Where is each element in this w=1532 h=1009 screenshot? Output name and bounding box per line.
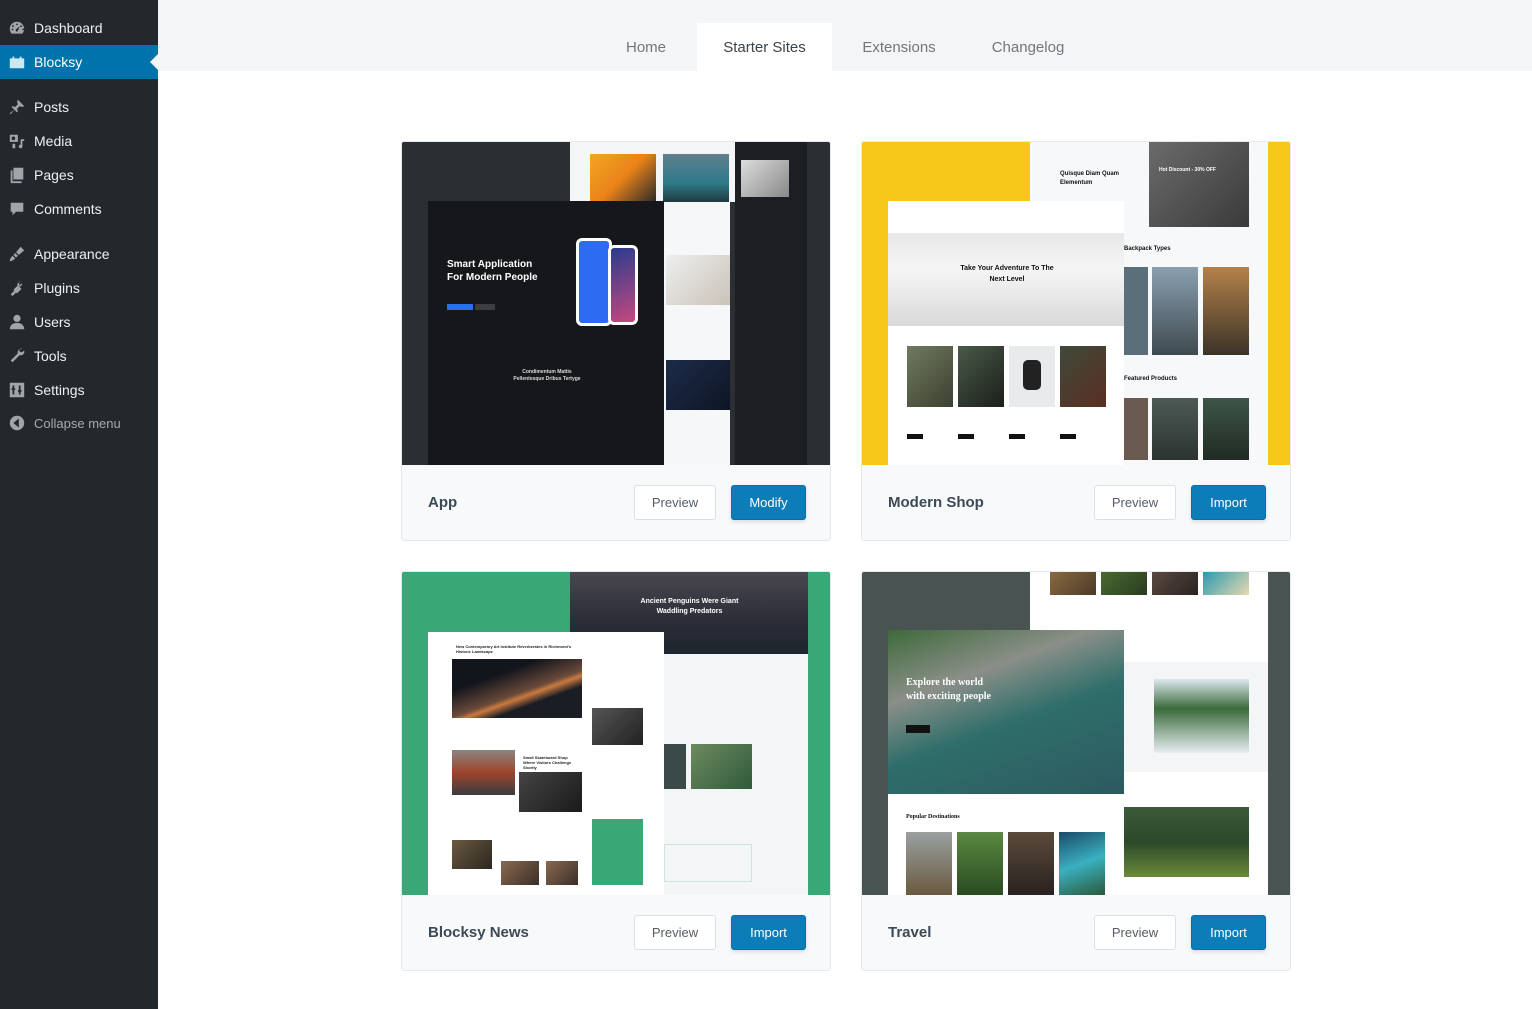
sidebar-item-pages[interactable]: Pages	[0, 158, 158, 192]
site-thumbnail[interactable]: Explore the world with exciting people P…	[862, 572, 1290, 895]
sidebar-item-label: Pages	[34, 167, 74, 183]
preview-button[interactable]: Preview	[1094, 915, 1176, 950]
collapse-menu-label: Collapse menu	[34, 415, 121, 431]
brush-icon	[0, 245, 34, 263]
sidebar-item-users[interactable]: Users	[0, 305, 158, 339]
preview-button[interactable]: Preview	[634, 915, 716, 950]
sidebar-item-appearance[interactable]: Appearance	[0, 237, 158, 271]
card-footer: Blocksy News Preview Import	[402, 895, 830, 970]
sidebar-item-comments[interactable]: Comments	[0, 192, 158, 226]
site-thumbnail[interactable]: Quisque Diam Quam Elementum Hot Discount…	[862, 142, 1290, 465]
thumb-hero-title: Explore the world with exciting people	[906, 677, 991, 702]
tab-starter-sites[interactable]: Starter Sites	[697, 23, 832, 71]
sidebar-item-blocksy[interactable]: Blocksy	[0, 45, 158, 79]
thumb-post-title: New Contemporary Art Institute Reverbera…	[456, 644, 572, 654]
sidebar-item-media[interactable]: Media	[0, 124, 158, 158]
import-button[interactable]: Import	[1191, 915, 1266, 950]
dashboard-icon	[0, 19, 34, 37]
sidebar-item-posts[interactable]: Posts	[0, 90, 158, 124]
user-icon	[0, 313, 34, 331]
tab-extensions[interactable]: Extensions	[844, 23, 954, 71]
tab-home[interactable]: Home	[606, 23, 686, 71]
site-name: App	[428, 494, 458, 511]
thumb-hero-title: Smart Application For Modern People	[447, 259, 538, 283]
thumb-section: Popular Destinations	[906, 814, 960, 820]
collapse-menu-button[interactable]: Collapse menu	[0, 406, 158, 440]
thumb-side-heading: Quisque Diam Quam Elementum	[1060, 171, 1120, 186]
comment-icon	[0, 200, 34, 218]
site-name: Travel	[888, 924, 932, 941]
settings-icon	[0, 381, 34, 399]
import-button[interactable]: Import	[1191, 485, 1266, 520]
sidebar-item-label: Media	[34, 133, 73, 149]
sidebar-item-tools[interactable]: Tools	[0, 339, 158, 373]
modify-button[interactable]: Modify	[731, 485, 806, 520]
sidebar-item-label: Comments	[34, 201, 102, 217]
sidebar-item-label: Posts	[34, 99, 70, 115]
starter-site-card-travel: Explore the world with exciting people P…	[861, 571, 1291, 971]
pin-icon	[0, 98, 34, 116]
tab-changelog[interactable]: Changelog	[976, 23, 1080, 71]
site-thumbnail[interactable]: Ancient Penguins Were Giant Waddling Pre…	[402, 572, 830, 895]
blocksy-icon	[0, 53, 34, 71]
admin-sidebar: Dashboard Blocksy Posts Media Pages Comm…	[0, 0, 158, 1009]
starter-site-card-app: Smart Application For Modern People Cond…	[401, 141, 831, 541]
thumb-hero-title: Take Your Adventure To The Next Level	[960, 265, 1054, 283]
preview-button[interactable]: Preview	[634, 485, 716, 520]
sidebar-item-label: Dashboard	[34, 20, 103, 36]
import-button[interactable]: Import	[731, 915, 806, 950]
card-footer: App Preview Modify	[402, 465, 830, 540]
sidebar-item-dashboard[interactable]: Dashboard	[0, 11, 158, 45]
wrench-icon	[0, 347, 34, 365]
site-name: Modern Shop	[888, 494, 984, 511]
dashboard-tabs: Home Starter Sites Extensions Changelog	[158, 0, 1532, 71]
thumb-hero-title: Ancient Penguins Were Giant Waddling Pre…	[640, 598, 739, 615]
preview-button[interactable]: Preview	[1094, 485, 1176, 520]
sidebar-item-label: Blocksy	[34, 54, 83, 70]
starter-site-card-modern-shop: Quisque Diam Quam Elementum Hot Discount…	[861, 141, 1291, 541]
card-footer: Modern Shop Preview Import	[862, 465, 1290, 540]
site-thumbnail[interactable]: Smart Application For Modern People Cond…	[402, 142, 830, 465]
site-name: Blocksy News	[428, 924, 529, 941]
card-footer: Travel Preview Import	[862, 895, 1290, 970]
sidebar-item-label: Users	[34, 314, 71, 330]
sidebar-item-label: Settings	[34, 382, 85, 398]
plugin-icon	[0, 279, 34, 297]
thumb-post-title: Small Skateboard Shop Where Visitors Cha…	[523, 755, 572, 770]
media-icon	[0, 132, 34, 150]
collapse-icon	[0, 414, 34, 432]
thumb-section: Backpack Types	[1124, 246, 1171, 252]
starter-site-card-blocksy-news: Ancient Penguins Were Giant Waddling Pre…	[401, 571, 831, 971]
sidebar-item-label: Plugins	[34, 280, 80, 296]
thumb-discount: Hot Discount - 30% OFF	[1159, 167, 1216, 173]
sidebar-item-label: Appearance	[34, 246, 110, 262]
sidebar-item-settings[interactable]: Settings	[0, 373, 158, 407]
thumb-section-title: Condimentum Mattis Pellentesque Dribus T…	[513, 369, 581, 382]
sidebar-item-label: Tools	[34, 348, 67, 364]
thumb-section: Featured Products	[1124, 376, 1178, 382]
pages-icon	[0, 166, 34, 184]
sidebar-item-plugins[interactable]: Plugins	[0, 271, 158, 305]
